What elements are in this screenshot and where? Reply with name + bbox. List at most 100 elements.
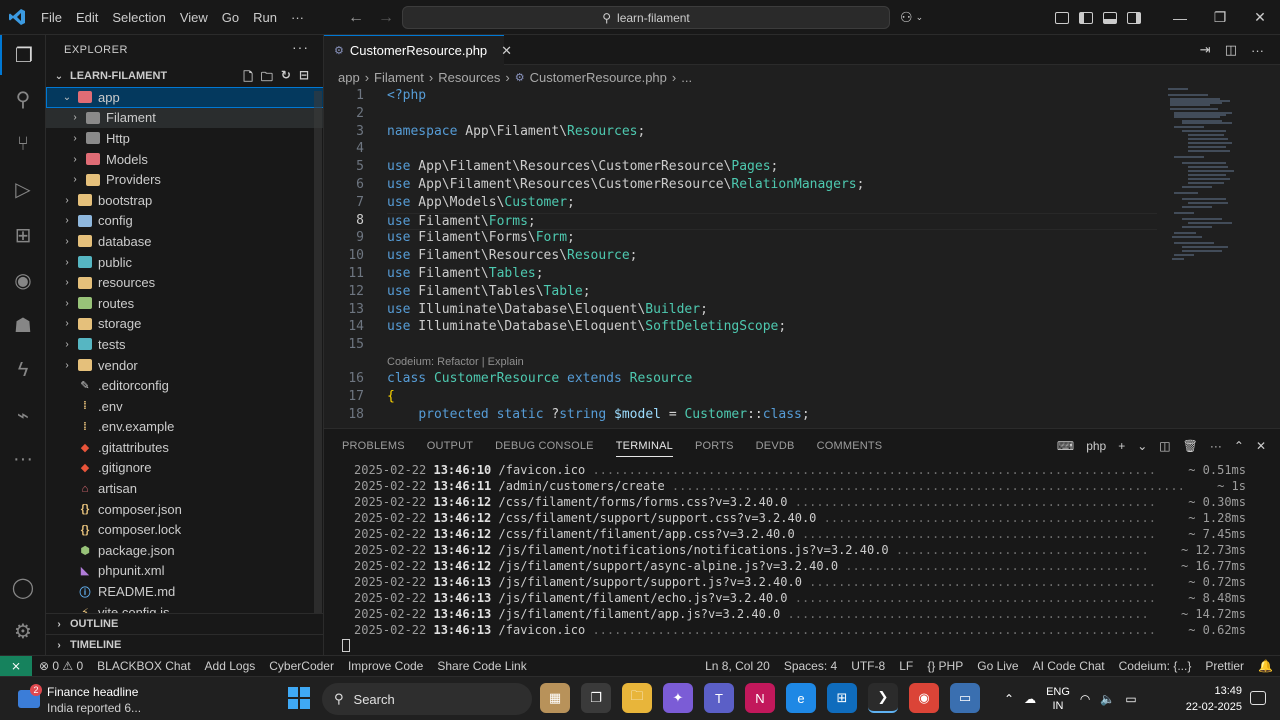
android-icon[interactable]: ☗ <box>0 305 46 345</box>
notification-center-icon[interactable] <box>1250 691 1266 705</box>
toggle-primary-sidebar-icon[interactable] <box>1079 11 1093 24</box>
chevron-down-icon[interactable]: ⌄ <box>1137 439 1147 453</box>
panel-tab[interactable]: TERMINAL <box>615 435 673 457</box>
panel-tab[interactable]: DEVDB <box>756 440 795 452</box>
panel-tab[interactable]: DEBUG CONSOLE <box>495 440 594 452</box>
code-editor[interactable]: 1 <?php 2 3 namespace App\Filament\Resources… <box>324 86 1164 428</box>
status-item[interactable]: Go Live <box>970 659 1025 673</box>
minimap[interactable] <box>1164 86 1268 428</box>
more-actions-icon[interactable]: ··· <box>292 39 309 55</box>
extensions-icon[interactable]: ⊞ <box>0 215 46 255</box>
toggle-panel-icon[interactable] <box>1103 11 1117 24</box>
menu-item[interactable]: Selection <box>105 0 172 35</box>
code-line[interactable]: use Illuminate\Database\Eloquent\Builder… <box>387 302 708 317</box>
tree-file[interactable]: ⌂ artisan <box>46 478 323 499</box>
status-item[interactable]: UTF-8 <box>844 659 892 673</box>
tree-folder[interactable]: ⌄ app <box>46 87 323 108</box>
vscode-taskbar-icon[interactable]: ❯ <box>868 683 898 713</box>
tab-customer-resource[interactable]: ⚙ CustomerResource.php ✕ <box>324 35 512 65</box>
close-tab-icon[interactable]: ✕ <box>501 43 512 59</box>
sidebar-scrollbar[interactable] <box>314 91 322 621</box>
plugin-icon[interactable]: ⌁ <box>0 395 46 435</box>
status-item[interactable]: BLACKBOX Chat <box>90 659 197 673</box>
tree-folder[interactable]: › Http <box>46 128 323 149</box>
tree-folder[interactable]: › Models <box>46 149 323 170</box>
timeline-section[interactable]: › TIMELINE <box>46 634 323 655</box>
status-item[interactable]: {} PHP <box>920 659 970 673</box>
tree-folder[interactable]: › tests <box>46 334 323 355</box>
panel-tab[interactable]: PROBLEMS <box>342 440 405 452</box>
panel-tab[interactable]: PORTS <box>695 440 734 452</box>
refresh-icon[interactable]: ↻ <box>281 68 291 89</box>
code-line[interactable]: use Filament\Forms; <box>387 212 1157 230</box>
split-editor-icon[interactable]: ◫ <box>1225 42 1237 58</box>
menu-item[interactable]: ··· <box>284 0 311 35</box>
menu-item[interactable]: Edit <box>69 0 105 35</box>
task-view-icon[interactable]: ❐ <box>581 683 611 713</box>
code-line[interactable]: use App\Filament\Resources\CustomerResou… <box>387 177 864 192</box>
open-changes-icon[interactable]: ⇥ <box>1200 42 1211 58</box>
tree-folder[interactable]: › bootstrap <box>46 190 323 211</box>
back-arrow-icon[interactable]: ← <box>348 9 364 27</box>
battery-icon[interactable]: ▭ <box>1125 692 1136 706</box>
shell-name[interactable]: php <box>1086 439 1106 453</box>
status-item[interactable]: AI Code Chat <box>1026 659 1112 673</box>
code-line[interactable]: use App\Filament\Resources\CustomerResou… <box>387 159 778 174</box>
code-line[interactable]: { <box>387 389 395 404</box>
onenote-icon[interactable]: N <box>745 683 775 713</box>
code-line[interactable]: use Illuminate\Database\Eloquent\SoftDel… <box>387 319 786 334</box>
status-item[interactable]: CyberCoder <box>262 659 341 673</box>
tree-file[interactable]: ⁞ .env.example <box>46 417 323 438</box>
tree-file[interactable]: ◆ .gitignore <box>46 458 323 479</box>
source-control-icon[interactable]: ⑂ <box>0 124 46 164</box>
panel-tab[interactable]: COMMENTS <box>817 440 883 452</box>
status-item[interactable]: LF <box>892 659 920 673</box>
trash-icon[interactable]: 🗑 <box>1183 439 1198 453</box>
explorer-icon[interactable]: ❐ <box>0 35 46 75</box>
tree-folder[interactable]: › public <box>46 252 323 273</box>
run-debug-icon[interactable]: ▷ <box>0 169 46 209</box>
close-icon[interactable]: ✕ <box>1240 0 1280 35</box>
remote-indicator-icon[interactable]: ⨯ <box>0 655 32 677</box>
breadcrumb-item[interactable]: ... <box>681 70 692 85</box>
volume-icon[interactable]: 🔈 <box>1100 692 1115 706</box>
breadcrumb-item[interactable]: CustomerResource.php <box>530 70 667 85</box>
project-root[interactable]: ⌄ LEARN-FILAMENT 🗋 🗀 ↻ ⊟ <box>46 65 323 87</box>
tree-file[interactable]: ✎ .editorconfig <box>46 375 323 396</box>
forward-arrow-icon[interactable]: → <box>378 9 394 27</box>
new-folder-icon[interactable]: 🗀 <box>261 68 273 89</box>
tree-folder[interactable]: › vendor <box>46 355 323 376</box>
language-indicator[interactable]: ENG IN <box>1046 685 1070 713</box>
more-icon[interactable]: ··· <box>0 439 46 479</box>
outline-section[interactable]: › OUTLINE <box>46 613 323 634</box>
search-icon[interactable]: ⚲ <box>0 79 46 119</box>
breadcrumb-item[interactable]: app <box>338 70 360 85</box>
status-item[interactable]: Codeium: {...} <box>1112 659 1199 673</box>
store-icon[interactable]: ⊞ <box>827 683 857 713</box>
tree-file[interactable]: ⁞ .env <box>46 396 323 417</box>
customize-layout-icon[interactable] <box>1055 11 1069 24</box>
tree-folder[interactable]: › resources <box>46 272 323 293</box>
minimize-icon[interactable]: — <box>1160 0 1200 35</box>
code-line[interactable]: use App\Models\Customer; <box>387 195 575 210</box>
code-line[interactable]: class CustomerResource extends Resource <box>387 371 692 386</box>
lightning-icon[interactable]: ϟ <box>0 350 46 390</box>
split-terminal-icon[interactable]: ◫ <box>1159 439 1170 453</box>
account-icon[interactable]: ◯ <box>0 567 46 607</box>
new-terminal-icon[interactable]: + <box>1118 439 1125 453</box>
panel-tab[interactable]: OUTPUT <box>427 440 473 452</box>
code-line[interactable]: use Filament\Forms\Form; <box>387 230 575 245</box>
breadcrumb-item[interactable]: Filament <box>374 70 424 85</box>
collapse-all-icon[interactable]: ⊟ <box>299 68 309 89</box>
status-item[interactable]: Ln 8, Col 20 <box>698 659 777 673</box>
chevron-up-icon[interactable]: ⌃ <box>1004 692 1014 706</box>
code-line[interactable]: <?php <box>387 88 426 103</box>
cloud-icon[interactable]: ☁ <box>1024 692 1036 706</box>
restore-icon[interactable]: ❐ <box>1200 0 1240 35</box>
code-line[interactable]: use Filament\Resources\Resource; <box>387 248 637 263</box>
status-item[interactable]: Spaces: 4 <box>777 659 844 673</box>
status-item[interactable]: Improve Code <box>341 659 430 673</box>
teams-icon[interactable]: T <box>704 683 734 713</box>
menu-item[interactable]: File <box>34 0 69 35</box>
tree-file[interactable]: ⬢ package.json <box>46 540 323 561</box>
